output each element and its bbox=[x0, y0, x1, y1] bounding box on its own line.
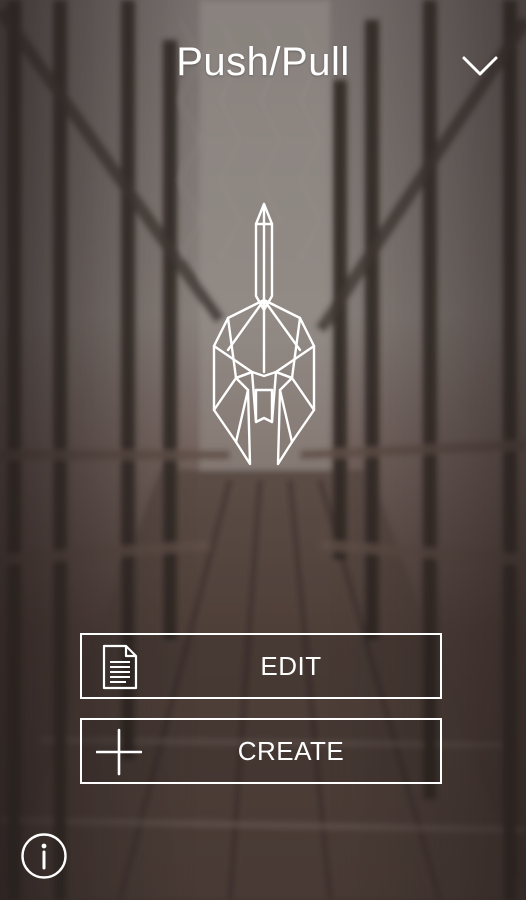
plus-icon bbox=[96, 728, 142, 776]
create-button-label: CREATE bbox=[237, 736, 345, 766]
create-button[interactable]: CREATE bbox=[80, 718, 442, 784]
spartan-helmet-icon bbox=[212, 202, 316, 466]
edit-button[interactable]: EDIT bbox=[80, 633, 442, 699]
info-icon[interactable] bbox=[20, 832, 68, 880]
chevron-down-icon[interactable] bbox=[458, 48, 502, 84]
edit-button-label: EDIT bbox=[260, 651, 322, 681]
app-screen: Push/Pull EDIT CREATE bbox=[0, 0, 526, 900]
document-icon bbox=[102, 644, 138, 690]
page-title: Push/Pull bbox=[176, 40, 350, 84]
